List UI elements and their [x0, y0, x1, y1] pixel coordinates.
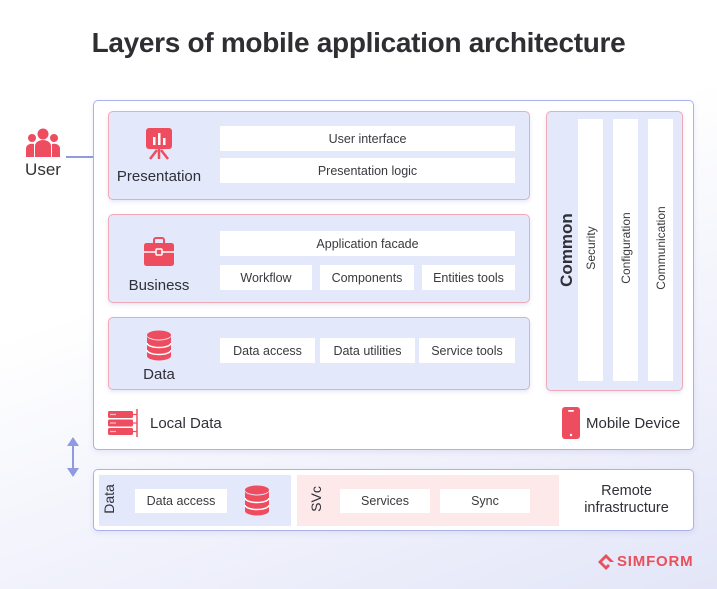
local-data-label: Local Data	[150, 414, 222, 432]
mobile-device-label-group: Mobile Device	[562, 406, 680, 440]
remote-data-label: Data	[101, 484, 117, 514]
users-group-icon	[26, 128, 60, 157]
component-box: Entities tools	[422, 265, 515, 290]
remote-label-line1: Remote	[601, 483, 652, 499]
mobile-phone-icon	[562, 407, 580, 439]
component-box: Services	[340, 489, 430, 513]
remote-svc-section: SVc Services Sync	[297, 475, 559, 526]
common-item-communication: Communication	[648, 119, 673, 381]
component-box: Service tools	[419, 338, 515, 363]
user-actor: User	[18, 128, 68, 180]
page-title: Layers of mobile application architectur…	[91, 27, 626, 58]
common-item-configuration: Configuration	[613, 119, 638, 381]
layer-name: Data	[143, 366, 175, 383]
user-label: User	[25, 160, 61, 179]
component-box: Workflow	[220, 265, 312, 290]
remote-data-section: Data Data access	[99, 475, 291, 526]
component-box: Data access	[135, 489, 227, 513]
component-box: User interface	[220, 126, 515, 151]
component-box: Data utilities	[320, 338, 415, 363]
component-box: Components	[320, 265, 414, 290]
component-box: Application facade	[220, 231, 515, 256]
common-title: Common	[557, 213, 576, 287]
presentation-layer: Presentation User interface Presentation…	[108, 111, 530, 200]
common-item-label: Communication	[654, 206, 668, 290]
mobile-device-container: Presentation User interface Presentation…	[93, 100, 694, 450]
component-box: Presentation logic	[220, 158, 515, 183]
component-box: Sync	[440, 489, 530, 513]
mobile-device-label: Mobile Device	[586, 414, 681, 432]
common-item-label: Security	[584, 226, 598, 270]
simform-logo: SIMFORM	[598, 553, 693, 570]
common-item-security: Security	[578, 119, 603, 381]
component-box: Data access	[220, 338, 315, 363]
local-data: Local Data	[108, 408, 222, 438]
server-rack-icon	[108, 409, 138, 437]
presentation-board-icon	[146, 128, 172, 160]
common-item-label: Configuration	[619, 212, 633, 284]
logo-text: SIMFORM	[617, 553, 694, 570]
database-icon	[146, 330, 172, 361]
layer-name: Business	[128, 277, 190, 294]
simform-logo-icon	[598, 553, 614, 570]
business-layer: Business Application facade Workflow Com…	[108, 214, 530, 303]
data-layer: Data Data access Data utilities Service …	[108, 317, 530, 390]
remote-infrastructure-container: Data Data access SVc Services Sync Remot…	[93, 469, 694, 531]
remote-infrastructure-label: Remote infrastructure	[564, 483, 689, 517]
briefcase-icon	[144, 237, 174, 266]
bidirectional-arrow-icon	[67, 437, 79, 477]
database-icon	[244, 485, 270, 516]
remote-svc-label: SVc	[308, 486, 324, 512]
common-layer: Common Security Configuration Communicat…	[546, 111, 683, 391]
remote-label-line2: infrastructure	[584, 500, 669, 516]
layer-name: Presentation	[116, 168, 202, 185]
